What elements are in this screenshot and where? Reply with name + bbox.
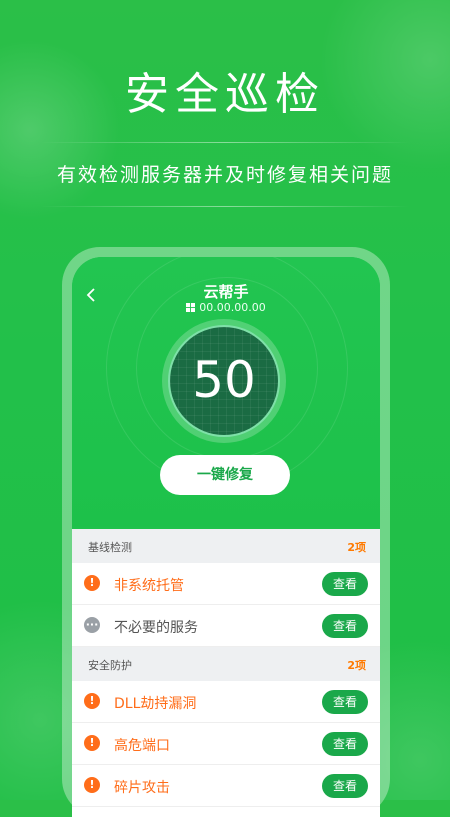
divider-bottom [40,206,410,207]
security-score: 50 [192,351,256,409]
exclamation-icon: ! [84,777,100,793]
item-text: 碎片攻击 [114,780,170,796]
item-text: DLL劫持漏洞 [114,696,197,712]
issue-list: 基线检测 2项 ! 非系统托管 查看 ··· 不必要的服务 查看 安全防护 2项… [72,529,380,817]
section-label: 安全防护 [88,659,132,672]
section-header-baseline: 基线检测 2项 [72,529,380,563]
score-circle: 50 [168,325,280,437]
section-header-protection: 安全防护 2项 [72,647,380,681]
ellipsis-icon: ··· [84,617,100,633]
view-button[interactable]: 查看 [322,732,368,756]
list-item[interactable]: ··· 不必要的服务 查看 [72,605,380,647]
view-button[interactable]: 查看 [322,774,368,798]
list-item[interactable]: ! 非系统托管 查看 [72,563,380,605]
section-count: 2项 [347,541,366,554]
server-ip-row: 00.00.00.00 [72,301,380,314]
hero-subtitle: 有效检测服务器并及时修复相关问题 [56,164,393,186]
app-title: 云帮手 [203,283,249,301]
section-label: 基线检测 [88,541,132,554]
phone-mockup: 云帮手 00.00.00.00 50 一键修复 基线检测 2项 ! 非系统托管 … [62,247,390,817]
section-count: 2项 [347,659,366,672]
list-item[interactable]: ! DLL劫持漏洞 查看 [72,681,380,723]
phone-screen: 云帮手 00.00.00.00 50 一键修复 基线检测 2项 ! 非系统托管 … [72,257,380,817]
list-item[interactable]: ! 碎片攻击 查看 [72,765,380,807]
hero-title: 安全巡检 [125,69,325,120]
list-item[interactable]: ! 高危端口 查看 [72,723,380,765]
score-gauge: 50 [162,319,286,443]
windows-icon [186,303,196,312]
view-button[interactable]: 查看 [322,690,368,714]
exclamation-icon: ! [84,575,100,591]
view-button[interactable]: 查看 [322,572,368,596]
one-click-repair-button[interactable]: 一键修复 [160,455,290,495]
item-text: 非系统托管 [114,578,184,594]
item-text: 不必要的服务 [114,620,198,636]
scan-header: 云帮手 00.00.00.00 50 一键修复 [72,257,380,527]
divider-top [40,142,410,143]
exclamation-icon: ! [84,693,100,709]
exclamation-icon: ! [84,735,100,751]
server-ip: 00.00.00.00 [199,301,266,314]
item-text: 高危端口 [114,738,170,754]
view-button[interactable]: 查看 [322,614,368,638]
